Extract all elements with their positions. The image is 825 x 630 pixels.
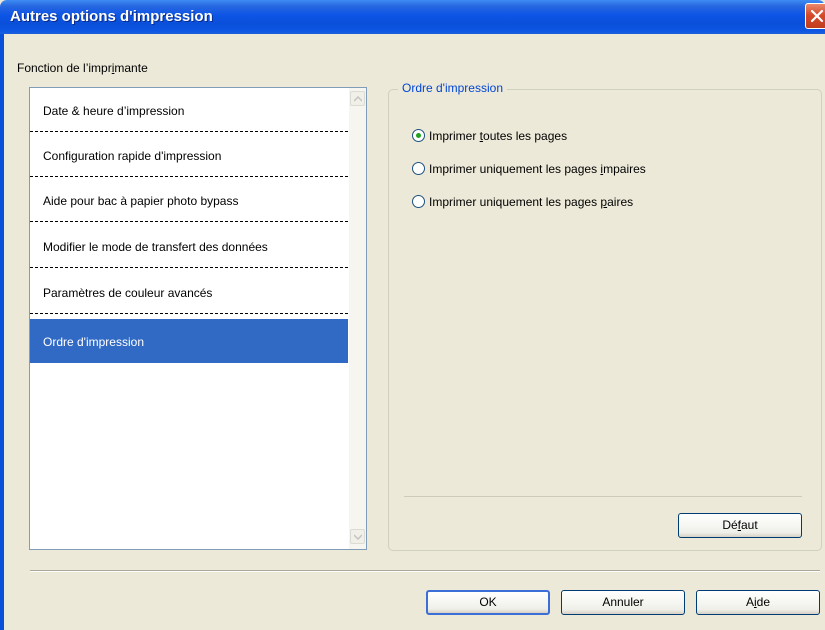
section-label: Fonction de l’imprimante [17, 61, 148, 75]
radio-button[interactable] [412, 195, 425, 208]
radio-label: Imprimer uniquement les pages impaires [429, 162, 646, 176]
window-frame-left [0, 34, 4, 630]
list-item[interactable]: Configuration rapide d'impression [30, 133, 348, 177]
scroll-up-button[interactable] [350, 91, 365, 106]
title-bar[interactable]: Autres options d'impression [0, 0, 825, 34]
chevron-up-icon [354, 96, 362, 102]
group-divider [404, 496, 802, 497]
radio-button[interactable] [412, 129, 425, 142]
list-scrollbar[interactable] [349, 88, 366, 549]
window-title: Autres options d'impression [10, 8, 213, 25]
scroll-down-button[interactable] [350, 529, 365, 544]
list-item[interactable]: Date & heure d’impression [30, 88, 348, 132]
cancel-button[interactable]: Annuler [561, 590, 685, 615]
list-item-selected[interactable]: Ordre d'impression [30, 319, 348, 363]
bottom-divider [30, 570, 820, 572]
group-legend: Ordre d'impression [398, 81, 507, 95]
close-icon [810, 9, 824, 23]
list-item[interactable]: Paramètres de couleur avancés [30, 270, 348, 314]
radio-label: Imprimer toutes les pages [429, 129, 568, 143]
default-button[interactable]: Défaut [678, 513, 802, 538]
list-item[interactable]: Aide pour bac à papier photo bypass [30, 178, 348, 222]
ok-button[interactable]: OK [426, 590, 550, 615]
radio-button[interactable] [412, 162, 425, 175]
radio-label: Imprimer uniquement les pages paires [429, 195, 634, 209]
function-listbox[interactable]: Date & heure d’impression Configuration … [29, 87, 367, 550]
print-order-group [388, 89, 822, 551]
list-item[interactable]: Modifier le mode de transfert des donnée… [30, 224, 348, 268]
help-button[interactable]: Aide [696, 590, 820, 615]
close-button[interactable] [805, 3, 825, 29]
chevron-down-icon [354, 534, 362, 540]
